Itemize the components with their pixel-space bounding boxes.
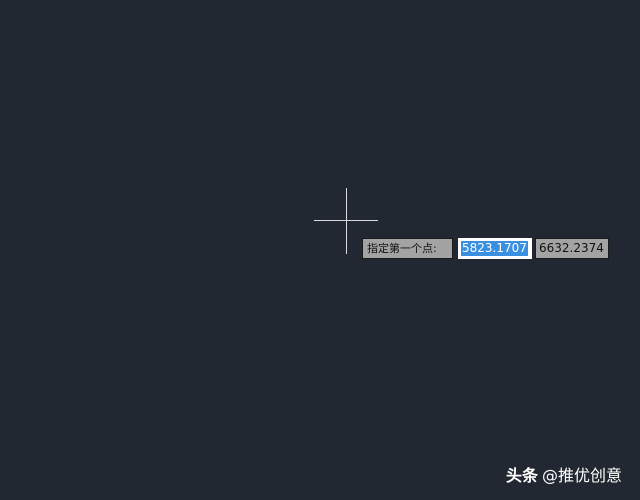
drawing-canvas[interactable]: 指定第一个点: 5823.1707 6632.2374 头条 @推优创意 [0,0,640,500]
command-prompt-label: 指定第一个点: [362,238,453,259]
crosshair-vertical-line [346,188,347,254]
watermark-handle: @推优创意 [542,466,623,485]
x-coordinate-value: 5823.1707 [461,241,528,256]
y-coordinate-input[interactable]: 6632.2374 [535,238,609,259]
watermark-brand: 头条 [506,466,539,485]
x-coordinate-input[interactable]: 5823.1707 [458,238,532,259]
watermark: 头条 @推优创意 [506,466,622,486]
